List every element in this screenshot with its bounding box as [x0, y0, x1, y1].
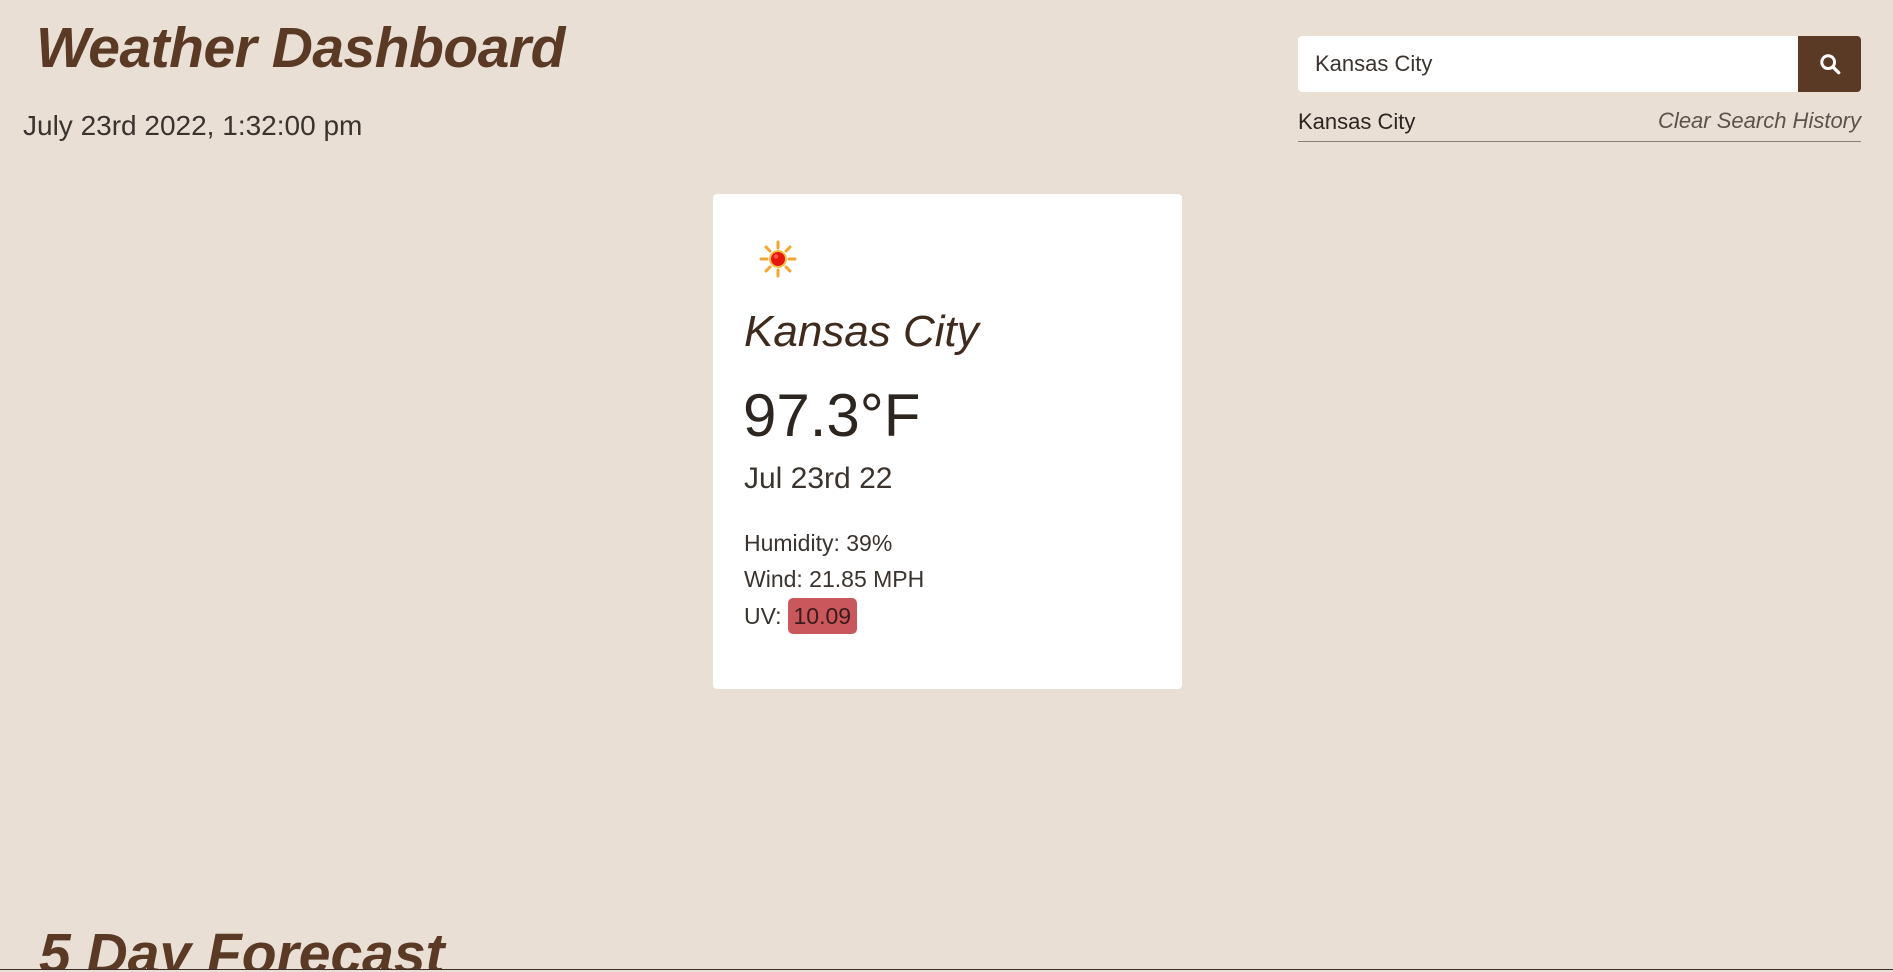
search-history: Kansas City Clear Search History	[1298, 106, 1861, 142]
current-weather-card: Kansas City 97.3°F Jul 23rd 22 Humidity:…	[713, 194, 1182, 689]
current-datetime: July 23rd 2022, 1:32:00 pm	[23, 110, 363, 141]
uv-reading: UV: 10.09	[744, 598, 858, 634]
page-title: Weather Dashboard	[36, 16, 565, 80]
current-date: Jul 23rd 22	[744, 462, 893, 495]
uv-label: UV:	[744, 603, 782, 629]
humidity-reading: Humidity: 39%	[744, 530, 893, 556]
history-item-kansas-city[interactable]: Kansas City	[1298, 109, 1415, 135]
clear-search-history-link[interactable]: Clear Search History	[1658, 108, 1861, 134]
sun-icon	[759, 240, 797, 283]
current-temperature: 97.3°F	[743, 382, 921, 449]
weather-dashboard-page: Weather Dashboard July 23rd 2022, 1:32:0…	[0, 0, 1893, 970]
search-button[interactable]	[1798, 36, 1861, 92]
uv-index-badge: 10.09	[787, 598, 858, 634]
wind-reading: Wind: 21.85 MPH	[744, 566, 925, 592]
current-city-name: Kansas City	[744, 307, 979, 356]
search-bar	[1298, 36, 1861, 92]
bottom-divider	[0, 969, 1893, 970]
forecast-heading: 5 Day Forecast	[39, 922, 445, 970]
city-search-input[interactable]	[1298, 36, 1798, 92]
search-icon	[1819, 54, 1840, 75]
